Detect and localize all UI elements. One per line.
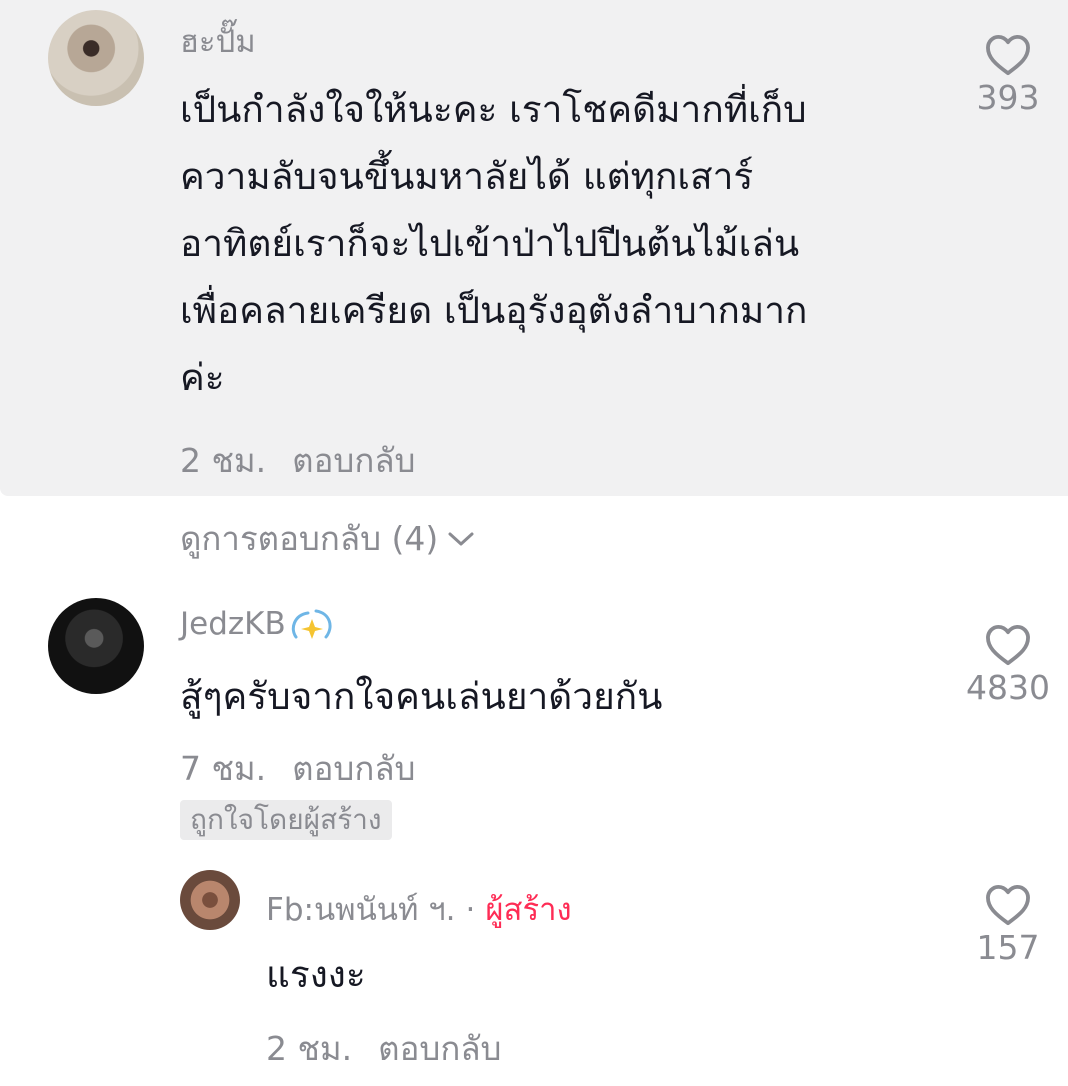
like-count: 157	[976, 928, 1040, 967]
comment-meta: 2 ชม. ตอบกลับ	[180, 434, 416, 487]
comment-time: 7 ชม.	[180, 749, 267, 788]
username-text: JedzKB	[180, 606, 286, 642]
creator-tag: ผู้สร้าง	[485, 892, 572, 928]
reply-text: แรงงะ	[266, 953, 366, 996]
comment-meta: 7 ชม. ตอบกลับ	[180, 742, 416, 795]
like-button[interactable]: 4830	[963, 624, 1053, 707]
avatar[interactable]	[48, 598, 144, 694]
heart-outline-icon	[986, 884, 1030, 926]
like-count: 393	[976, 78, 1040, 117]
like-button[interactable]: 157	[963, 884, 1053, 967]
reply-username[interactable]: Fb:นพนันท์ ฯ.	[266, 892, 456, 928]
like-count: 4830	[966, 668, 1050, 707]
avatar[interactable]	[48, 10, 144, 106]
comment-line: เป็นกำลังใจให้นะคะ เราโชคดีมากที่เก็บ	[180, 88, 807, 131]
avatar[interactable]	[180, 870, 240, 930]
comment-line: อาทิตย์เราก็จะไปเข้าป่าไปปีนต้นไม้เล่น	[180, 222, 800, 265]
reply-username-row: Fb:นพนันท์ ฯ. · ผู้สร้าง	[266, 884, 572, 934]
reply-button[interactable]: ตอบกลับ	[378, 1029, 501, 1068]
comment-time: 2 ชม.	[180, 441, 267, 480]
comment-line: ความลับจนขึ้นมหาลัยได้ แต่ทุกเสาร์	[180, 155, 754, 198]
reply-button[interactable]: ตอบกลับ	[292, 441, 415, 480]
reply-meta: 2 ชม. ตอบกลับ	[266, 1022, 502, 1075]
sparkle-emoji-icon	[291, 609, 332, 639]
comment-text: สู้ๆครับจากใจคนเล่นยาด้วยกัน	[180, 675, 663, 718]
separator-dot: ·	[465, 892, 476, 928]
comment-username[interactable]: JedzKB	[180, 606, 336, 645]
heart-outline-icon	[986, 34, 1030, 76]
comment-username[interactable]: ฮะปั๊ม	[180, 16, 256, 66]
view-replies-label: ดูการตอบกลับ (4)	[180, 519, 439, 558]
liked-by-creator-badge: ถูกใจโดยผู้สร้าง	[180, 800, 392, 840]
reply-time: 2 ชม.	[266, 1029, 353, 1068]
comment-line: ค่ะ	[180, 356, 225, 399]
reply-button[interactable]: ตอบกลับ	[292, 749, 415, 788]
chevron-down-icon	[448, 532, 474, 545]
view-replies-button[interactable]: ดูการตอบกลับ (4)	[180, 512, 476, 565]
like-button[interactable]: 393	[963, 34, 1053, 117]
heart-outline-icon	[986, 624, 1030, 666]
comment-line: เพื่อคลายเครียด เป็นอุรังอุตังลำบากมาก	[180, 289, 808, 332]
